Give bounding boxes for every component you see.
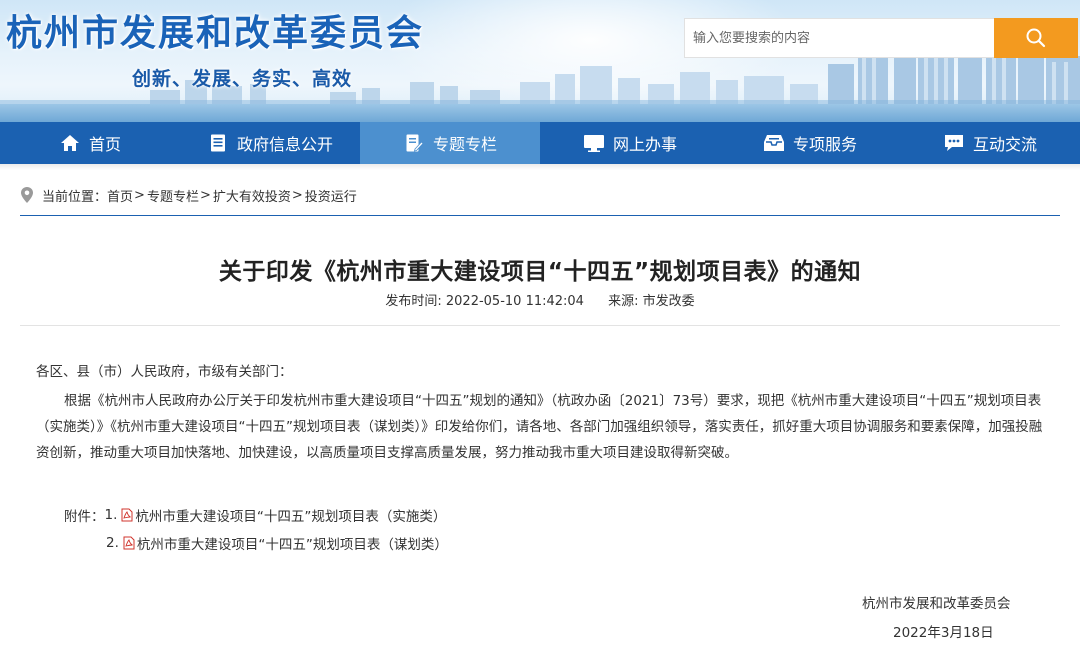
lake-water-decoration bbox=[0, 104, 1080, 122]
nav-label: 专项服务 bbox=[792, 135, 857, 154]
breadcrumb-divider bbox=[20, 215, 1060, 216]
nav-item-interaction[interactable]: 互动交流 bbox=[900, 122, 1080, 164]
search-button[interactable] bbox=[994, 18, 1078, 58]
nav-label: 首页 bbox=[88, 135, 121, 154]
article-source: 来源: 市发改委 bbox=[608, 294, 695, 309]
meta-divider bbox=[20, 325, 1060, 326]
nav-label: 互动交流 bbox=[972, 135, 1037, 154]
site-slogan: 创新、发展、务实、高效 bbox=[132, 68, 353, 90]
pdf-icon bbox=[123, 536, 135, 550]
edit-document-icon bbox=[403, 132, 425, 154]
chat-icon bbox=[943, 132, 965, 154]
breadcrumb-separator: > bbox=[291, 187, 303, 203]
page: 杭州市发展和改革委员会 创新、发展、务实、高效 首页 政府信息公开 bbox=[0, 0, 1080, 647]
signature-org: 杭州市发展和改革委员会 bbox=[862, 596, 1011, 612]
document-list-icon bbox=[207, 132, 229, 154]
breadcrumb: 当前位置： 首页 > 专题专栏 > 扩大有效投资 > 投资运行 bbox=[20, 184, 357, 206]
nav-item-special-topics[interactable]: 专题专栏 bbox=[360, 122, 540, 164]
publish-time: 发布时间: 2022-05-10 11:42:04 bbox=[385, 294, 584, 309]
attachments-label: 附件： bbox=[64, 509, 105, 525]
search-box bbox=[684, 18, 994, 58]
location-pin-icon bbox=[21, 187, 33, 203]
attachment-link-implementation[interactable]: 杭州市重大建设项目“十四五”规划项目表（实施类） bbox=[135, 505, 446, 525]
breadcrumb-item-special-topics[interactable]: 专题专栏 bbox=[147, 186, 199, 205]
inbox-icon bbox=[763, 132, 785, 154]
search-icon bbox=[1026, 28, 1046, 48]
nav-item-gov-info[interactable]: 政府信息公开 bbox=[180, 122, 360, 164]
header-banner: 杭州市发展和改革委员会 创新、发展、务实、高效 bbox=[0, 0, 1080, 122]
search-input[interactable] bbox=[685, 19, 994, 57]
breadcrumb-separator: > bbox=[199, 187, 211, 203]
signature-date: 2022年3月18日 bbox=[893, 625, 994, 641]
nav-label: 专题专栏 bbox=[432, 135, 497, 154]
nav-item-online-services[interactable]: 网上办事 bbox=[540, 122, 720, 164]
attachment-number: 2. bbox=[106, 535, 119, 551]
attachment-row: 附件： 1. 杭州市重大建设项目“十四五”规划项目表（实施类） bbox=[64, 505, 446, 525]
home-icon bbox=[59, 132, 81, 154]
breadcrumb-prefix: 当前位置： bbox=[42, 189, 108, 205]
nav-label: 网上办事 bbox=[612, 135, 677, 154]
breadcrumb-separator: > bbox=[134, 187, 145, 203]
salutation: 各区、县（市）人民政府，市级有关部门： bbox=[36, 364, 293, 380]
breadcrumb-item-home[interactable]: 首页 bbox=[107, 186, 133, 205]
breadcrumb-item-investment-operation[interactable]: 投资运行 bbox=[305, 186, 357, 205]
article-meta: 发布时间: 2022-05-10 11:42:04 来源: 市发改委 bbox=[0, 290, 1080, 309]
attachment-row: 2. 杭州市重大建设项目“十四五”规划项目表（谋划类） bbox=[106, 533, 448, 553]
pdf-icon bbox=[121, 508, 133, 522]
attachment-link-planning[interactable]: 杭州市重大建设项目“十四五”规划项目表（谋划类） bbox=[137, 533, 448, 553]
body-paragraph: 根据《杭州市人民政府办公厅关于印发杭州市重大建设项目“十四五”规划的通知》（杭政… bbox=[36, 393, 1043, 461]
nav-item-special-services[interactable]: 专项服务 bbox=[720, 122, 900, 164]
main-nav: 首页 政府信息公开 专题专栏 网上办事 专项服务 互动交流 bbox=[0, 122, 1080, 164]
attachment-number: 1. bbox=[104, 507, 118, 523]
site-title: 杭州市发展和改革委员会 bbox=[6, 13, 425, 54]
article-title: 关于印发《杭州市重大建设项目“十四五”规划项目表》的通知 bbox=[218, 259, 862, 285]
monitor-icon bbox=[583, 132, 605, 154]
breadcrumb-item-expand-investment[interactable]: 扩大有效投资 bbox=[213, 186, 291, 205]
nav-item-home[interactable]: 首页 bbox=[0, 122, 180, 164]
nav-label: 政府信息公开 bbox=[236, 135, 333, 154]
